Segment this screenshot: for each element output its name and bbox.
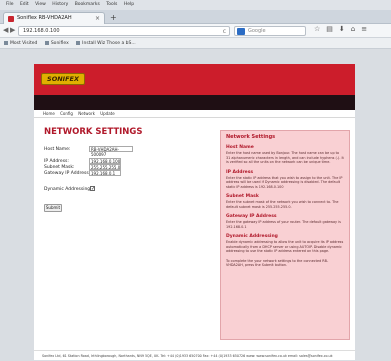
forward-arrow-icon[interactable]: ▶ bbox=[10, 26, 15, 34]
bookmarks-bar: Most Visited Soniflex Install Wiz Those … bbox=[0, 38, 391, 49]
help-gateway-text: Enter the gateway IP address of your rou… bbox=[226, 220, 341, 229]
toolbar-icons: ☆▤⬇⌂≡ bbox=[314, 25, 373, 33]
menu-bookmarks[interactable]: Bookmarks bbox=[75, 2, 100, 7]
help-ip-heading: IP Address bbox=[226, 169, 254, 175]
menu-help[interactable]: Help bbox=[124, 2, 134, 7]
help-subnet-text: Enter the subnet mask of the network you… bbox=[226, 200, 339, 209]
page-title: NETWORK SETTINGS bbox=[44, 127, 143, 137]
close-icon[interactable]: × bbox=[95, 13, 100, 24]
nav-update[interactable]: Update bbox=[100, 111, 115, 116]
logo-text: SONIFEX bbox=[47, 75, 79, 83]
help-panel: Network Settings Host Name Enter the hos… bbox=[220, 130, 350, 340]
help-title: Network Settings bbox=[226, 134, 276, 140]
bookmark-label: Install Wiz Those a bS... bbox=[82, 41, 136, 46]
help-host-text: Enter the host name used by Bonjour. The… bbox=[226, 151, 344, 164]
help-subnet-heading: Subnet Mask bbox=[226, 194, 259, 199]
nav-network[interactable]: Network bbox=[78, 111, 95, 116]
search-placeholder: Google bbox=[248, 28, 266, 34]
gateway-field[interactable]: 192.168.0.1 bbox=[89, 170, 121, 176]
gateway-label: Gateway IP Address: bbox=[44, 171, 91, 176]
help-dynamic-text: Enable dynamic addressing to allow the u… bbox=[226, 240, 344, 253]
menu-bar: File Edit View History Bookmarks Tools H… bbox=[0, 0, 391, 10]
bookmark-label: Soniflex bbox=[50, 41, 69, 46]
search-input[interactable]: Google bbox=[234, 26, 306, 36]
site-nav: Home Config Network Update bbox=[34, 110, 355, 118]
help-ip-text: Enter the static IP address that you wis… bbox=[226, 175, 343, 189]
bookmark-label: Most Visited bbox=[10, 41, 38, 46]
bookmarks-icon[interactable]: ▤ bbox=[326, 25, 339, 33]
address-bar[interactable]: 192.168.0.100 c bbox=[18, 26, 230, 36]
new-tab-button[interactable]: + bbox=[110, 13, 117, 22]
header-banner: SONIFEX bbox=[34, 64, 355, 95]
nav-home[interactable]: Home bbox=[43, 111, 55, 116]
home-icon[interactable]: ⌂ bbox=[351, 25, 361, 33]
submit-button[interactable]: Submit bbox=[44, 204, 62, 212]
nav-config[interactable]: Config bbox=[60, 111, 73, 116]
subnet-mask-label: Subnet Mask: bbox=[44, 165, 75, 170]
bookmark-icon bbox=[44, 40, 49, 45]
host-name-label: Host Name: bbox=[44, 147, 71, 152]
site-footer: Sonifex Ltd, 61 Station Road, Irthlingbo… bbox=[34, 350, 355, 360]
sonifex-logo[interactable]: SONIFEX bbox=[41, 73, 85, 85]
reload-icon[interactable]: c bbox=[223, 27, 226, 36]
bookmark-icon bbox=[4, 40, 8, 45]
star-icon[interactable]: ☆ bbox=[314, 25, 326, 33]
help-dynamic-heading: Dynamic Addressing bbox=[226, 234, 278, 239]
help-host-heading: Host Name bbox=[226, 145, 254, 150]
header-strip bbox=[34, 95, 355, 110]
bookmark-item[interactable]: Most Visited bbox=[4, 40, 38, 46]
dynamic-addressing-checkbox[interactable]: ✓ bbox=[90, 186, 95, 192]
bookmark-item[interactable]: Soniflex bbox=[44, 40, 69, 46]
menu-icon[interactable]: ≡ bbox=[361, 25, 373, 33]
search-engine-icon[interactable] bbox=[237, 28, 245, 35]
menu-view[interactable]: View bbox=[35, 2, 46, 7]
navigation-bar: ◀ ▶ 192.168.0.100 c Google ☆▤⬇⌂≡ bbox=[0, 24, 391, 38]
browser-tab[interactable]: Soniflex RB-VHDA2AH × bbox=[3, 12, 105, 24]
menu-edit[interactable]: Edit bbox=[20, 2, 29, 7]
dynamic-addressing-label: Dynamic Addressing: bbox=[44, 187, 92, 192]
url-text: 192.168.0.100 bbox=[23, 28, 60, 34]
bookmark-icon bbox=[76, 40, 81, 45]
menu-history[interactable]: History bbox=[52, 2, 68, 7]
ip-address-label: IP Address: bbox=[44, 159, 69, 164]
help-closing-text: To complete the your network settings to… bbox=[226, 258, 329, 268]
menu-tools[interactable]: Tools bbox=[106, 2, 117, 7]
tab-title: Soniflex RB-VHDA2AH bbox=[17, 15, 72, 21]
favicon-icon bbox=[8, 16, 14, 22]
help-gateway-heading: Gateway IP Address bbox=[226, 214, 277, 219]
download-icon[interactable]: ⬇ bbox=[339, 25, 351, 33]
page-viewport: SONIFEX Home Config Network Update NETWO… bbox=[0, 49, 391, 361]
back-arrow-icon[interactable]: ◀ bbox=[3, 26, 8, 34]
bookmark-item[interactable]: Install Wiz Those a bS... bbox=[76, 40, 136, 46]
site-container: SONIFEX Home Config Network Update NETWO… bbox=[34, 64, 355, 360]
menu-file[interactable]: File bbox=[6, 2, 14, 7]
tab-bar: Soniflex RB-VHDA2AH × + bbox=[0, 10, 391, 24]
host-name-field[interactable]: RB-VHDA2AH-500097 bbox=[89, 146, 133, 157]
